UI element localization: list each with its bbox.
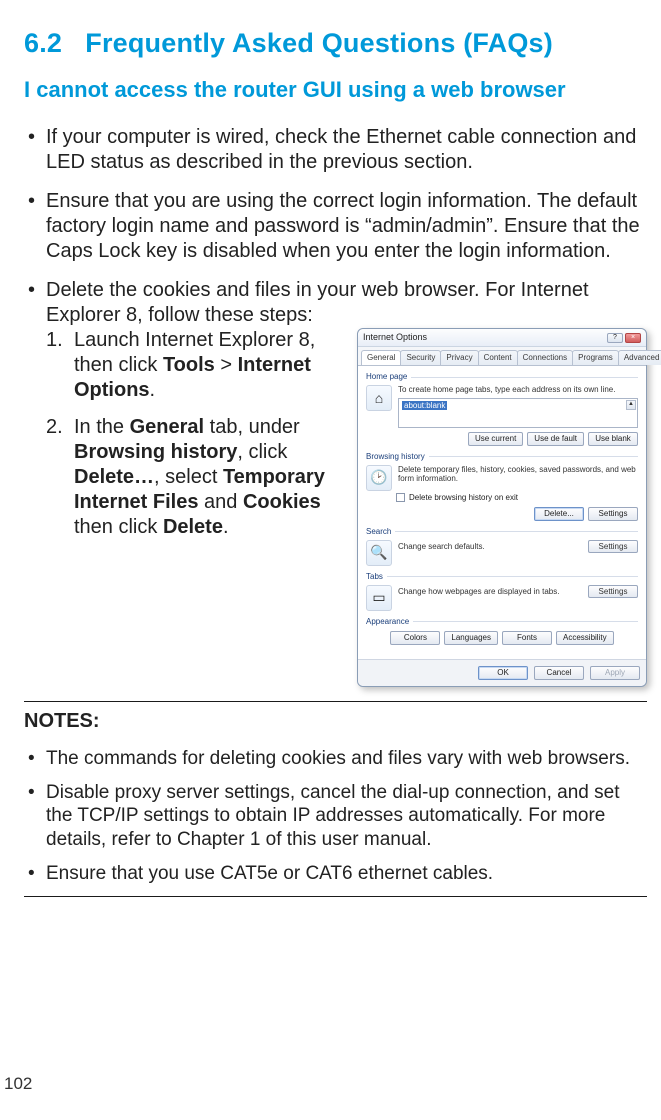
tab-advanced[interactable]: Advanced: [618, 350, 661, 365]
search-icon: 🔍: [366, 540, 392, 566]
help-button[interactable]: ?: [607, 333, 623, 343]
home-icon: ⌂: [366, 385, 392, 411]
use-blank-button[interactable]: Use blank: [588, 432, 638, 446]
delete-button[interactable]: Delete...: [534, 507, 584, 521]
notes-list: The commands for deleting cookies and fi…: [24, 747, 647, 886]
tabs-desc: Change how webpages are displayed in tab…: [398, 587, 559, 597]
dialog-titlebar: Internet Options ? ×: [358, 329, 646, 347]
step-item: Launch Internet Explorer 8, then click T…: [46, 328, 349, 403]
group-search: Search 🔍 Change search defaults. Setting…: [366, 527, 638, 566]
note-item: Disable proxy server settings, cancel th…: [24, 781, 647, 852]
group-title: Appearance: [366, 617, 638, 627]
delete-on-exit-checkbox[interactable]: [396, 493, 405, 502]
note-item: The commands for deleting cookies and fi…: [24, 747, 647, 771]
group-tabs: Tabs ▭ Change how webpages are displayed…: [366, 572, 638, 611]
faq-question: I cannot access the router GUI using a w…: [24, 77, 647, 103]
homepage-value: about:blank: [402, 401, 447, 411]
tab-privacy[interactable]: Privacy: [440, 350, 478, 365]
accessibility-button[interactable]: Accessibility: [556, 631, 614, 645]
step-item: In the General tab, under Browsing histo…: [46, 415, 349, 540]
ok-button[interactable]: OK: [478, 666, 528, 680]
group-title: Search: [366, 527, 638, 537]
dialog-body: Home page ⌂ To create home page tabs, ty…: [358, 365, 646, 659]
tab-programs[interactable]: Programs: [572, 350, 619, 365]
bullet-item: Ensure that you are using the correct lo…: [24, 189, 647, 264]
page-number: 102: [4, 1074, 32, 1094]
tabs-settings-button[interactable]: Settings: [588, 585, 638, 599]
tab-content[interactable]: Content: [478, 350, 518, 365]
step-list: Launch Internet Explorer 8, then click T…: [46, 328, 349, 552]
divider: [24, 701, 647, 702]
group-title: Home page: [366, 372, 638, 382]
history-icon: 🕑: [366, 465, 392, 491]
fonts-button[interactable]: Fonts: [502, 631, 552, 645]
history-settings-button[interactable]: Settings: [588, 507, 638, 521]
languages-button[interactable]: Languages: [444, 631, 498, 645]
bullet-item: If your computer is wired, check the Eth…: [24, 125, 647, 175]
section-title: Frequently Asked Questions (FAQs): [85, 28, 553, 58]
dialog-tabs: General Security Privacy Content Connect…: [358, 347, 646, 365]
colors-button[interactable]: Colors: [390, 631, 440, 645]
apply-button[interactable]: Apply: [590, 666, 640, 680]
scroll-up-icon[interactable]: ▲: [626, 400, 636, 410]
divider: [24, 896, 647, 897]
bullet-text: Delete the cookies and files in your web…: [46, 279, 589, 326]
homepage-desc: To create home page tabs, type each addr…: [398, 385, 638, 395]
group-browsing-history: Browsing history 🕑 Delete temporary file…: [366, 452, 638, 521]
dialog-title: Internet Options: [363, 332, 427, 343]
group-homepage: Home page ⌂ To create home page tabs, ty…: [366, 372, 638, 446]
section-number: 6.2: [24, 28, 62, 58]
use-default-button[interactable]: Use de fault: [527, 432, 584, 446]
faq-bullet-list: If your computer is wired, check the Eth…: [24, 125, 647, 687]
dialog-footer: OK Cancel Apply: [358, 659, 646, 686]
note-item: Ensure that you use CAT5e or CAT6 ethern…: [24, 862, 647, 886]
delete-on-exit-label: Delete browsing history on exit: [409, 493, 518, 503]
search-desc: Change search defaults.: [398, 542, 485, 552]
group-appearance: Appearance Colors Languages Fonts Access…: [366, 617, 638, 645]
section-heading: 6.2 Frequently Asked Questions (FAQs): [24, 28, 647, 59]
tabs-icon: ▭: [366, 585, 392, 611]
notes-heading: NOTES:: [24, 710, 647, 733]
internet-options-dialog: Internet Options ? × General Security Pr…: [357, 328, 647, 687]
history-desc: Delete temporary files, history, cookies…: [398, 465, 638, 484]
use-current-button[interactable]: Use current: [468, 432, 523, 446]
group-title: Tabs: [366, 572, 638, 582]
bullet-item: Delete the cookies and files in your web…: [24, 278, 647, 687]
close-button[interactable]: ×: [625, 333, 641, 343]
tab-connections[interactable]: Connections: [517, 350, 573, 365]
tab-security[interactable]: Security: [400, 350, 441, 365]
tab-general[interactable]: General: [361, 350, 401, 365]
search-settings-button[interactable]: Settings: [588, 540, 638, 554]
cancel-button[interactable]: Cancel: [534, 666, 584, 680]
homepage-address-field[interactable]: about:blank ▲: [398, 398, 638, 428]
group-title: Browsing history: [366, 452, 638, 462]
